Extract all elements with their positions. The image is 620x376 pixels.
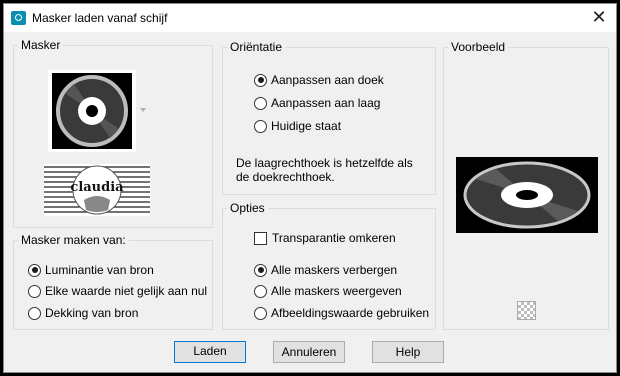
radio-fit-canvas[interactable]: Aanpassen aan doek [254,72,384,88]
radio-nonzero[interactable]: Elke waarde niet gelijk aan nul [28,283,207,299]
mask-source-group: Masker maken van: Luminantie van bron El… [13,233,213,330]
app-icon [11,11,26,25]
radio-opacity[interactable]: Dekking van bron [28,305,138,321]
radio-label: Aanpassen aan laag [271,96,381,110]
checkerboard-icon[interactable] [517,301,536,320]
note-line-1: De laagrechthoek is hetzelfde als [236,156,413,170]
dialog-window: Masker laden vanaf schijf ✕ Masker claud… [3,3,617,373]
radio-fit-layer[interactable]: Aanpassen aan laag [254,95,380,111]
radio-button[interactable] [254,96,267,110]
radio-button[interactable] [254,306,267,320]
options-group: Opties Transparantie omkeren Alle masker… [222,201,436,330]
radio-button[interactable] [28,306,41,320]
radio-label: Alle maskers verbergen [271,263,398,277]
radio-label: Aanpassen aan doek [271,73,384,87]
preview-image [456,157,598,233]
radio-current-state[interactable]: Huidige staat [254,118,341,134]
help-button[interactable]: Help [372,341,444,363]
masker-group: Masker claudia [13,38,213,228]
radio-button[interactable] [254,73,267,87]
preview-group: Voorbeeld [443,40,609,330]
orientation-note: De laagrechthoek is hetzelfde als de doe… [236,156,413,184]
radio-button[interactable] [254,119,267,133]
radio-show-all-masks[interactable]: Alle maskers weergeven [254,283,402,299]
cancel-button[interactable]: Annuleren [273,341,345,363]
orientation-group: Oriëntatie Aanpassen aan doek Aanpassen … [222,40,436,195]
window-title: Masker laden vanaf schijf [32,11,168,25]
watermark-text: claudia [70,180,124,195]
radio-luminance[interactable]: Luminantie van bron [28,262,154,278]
radio-label: Dekking van bron [45,306,139,320]
radio-use-image-value[interactable]: Afbeeldingswaarde gebruiken [254,305,429,321]
radio-label: Luminantie van bron [45,263,154,277]
note-line-2: de doekrechthoek. [236,170,335,184]
radio-button[interactable] [28,263,41,277]
mask-thumbnail[interactable] [48,70,136,152]
radio-button[interactable] [254,263,267,277]
close-button[interactable]: ✕ [586,6,612,30]
title-bar: Masker laden vanaf schijf ✕ [4,4,616,32]
invert-transparency-checkbox[interactable]: Transparantie omkeren [254,230,396,246]
mask-source-label: Masker maken van: [18,233,129,247]
radio-label: Elke waarde niet gelijk aan nul [45,284,208,298]
dropdown-arrow-icon[interactable] [140,108,146,112]
radio-button[interactable] [254,284,267,298]
checkbox-label: Transparantie omkeren [272,231,396,245]
masker-label: Masker [18,38,64,52]
load-button[interactable]: Laden [174,341,246,363]
radio-label: Huidige staat [271,119,342,133]
radio-label: Afbeeldingswaarde gebruiken [271,306,430,320]
options-label: Opties [227,201,268,215]
watermark-image: claudia [44,164,150,216]
radio-hide-all-masks[interactable]: Alle maskers verbergen [254,262,397,278]
radio-button[interactable] [28,284,41,298]
orientation-label: Oriëntatie [227,40,286,54]
radio-label: Alle maskers weergeven [271,284,402,298]
checkbox[interactable] [254,231,267,245]
preview-label: Voorbeeld [448,40,509,54]
